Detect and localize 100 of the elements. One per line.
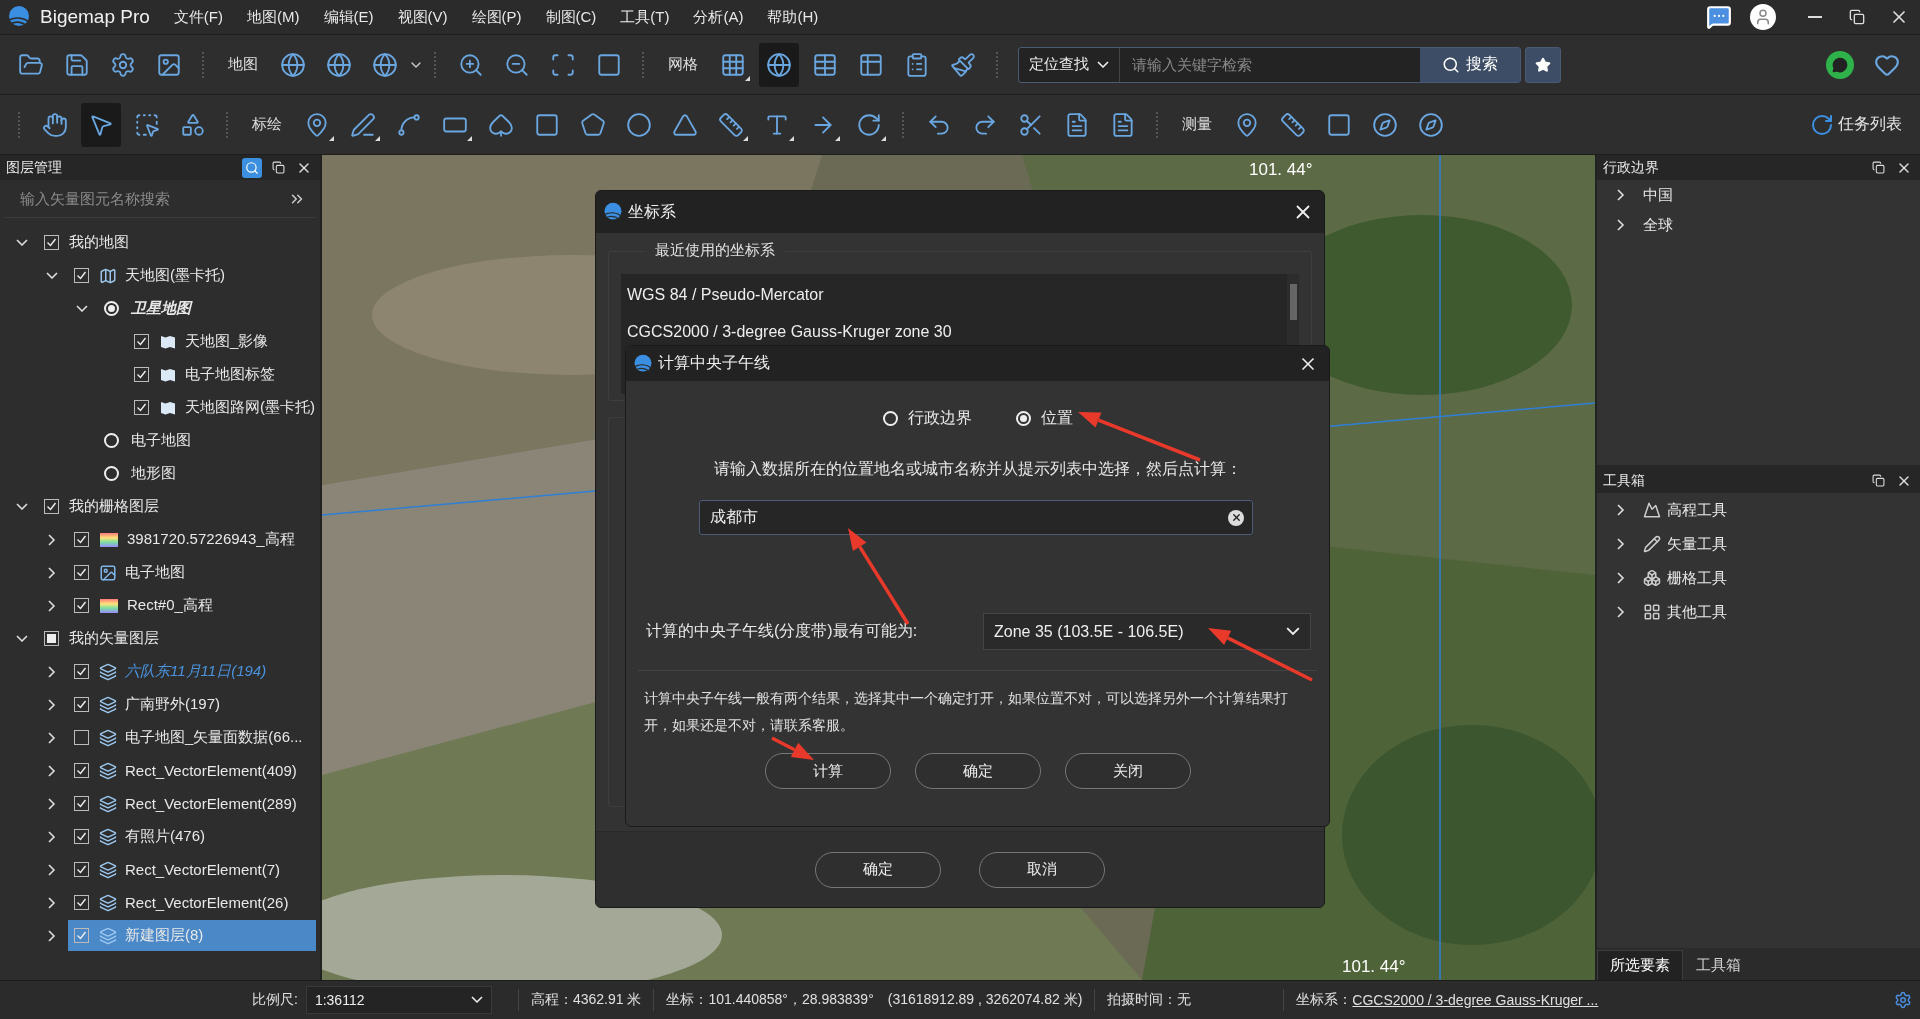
check-icon	[76, 699, 87, 710]
panel-tab[interactable]: 所选要素	[1597, 950, 1683, 980]
search-button[interactable]: 搜索	[1420, 47, 1520, 82]
pointer-button[interactable]	[81, 102, 121, 147]
search-input[interactable]: 请输入关键字检索	[1132, 54, 1332, 75]
location-field[interactable]: 成都市	[699, 500, 1253, 535]
message-icon[interactable]	[1706, 4, 1732, 30]
layer-name: 我的地图	[69, 233, 129, 252]
dialog-button[interactable]: 确定	[815, 851, 941, 888]
checkbox[interactable]	[134, 367, 149, 382]
checkbox[interactable]	[74, 532, 89, 547]
triangle-icon	[672, 111, 698, 138]
menu-item[interactable]: 绘图(P)	[471, 7, 522, 27]
location-input[interactable]: 成都市	[708, 507, 1228, 528]
scissors-icon	[1018, 111, 1044, 138]
crs-link[interactable]: CGCS2000 / 3-degree Gauss-Kruger ...	[1352, 992, 1599, 1008]
layer-search-input[interactable]: 输入矢量图元名称搜索	[18, 189, 288, 208]
settings-icon	[110, 51, 136, 78]
radio-option[interactable]: 位置	[1015, 407, 1073, 429]
checkbox[interactable]	[74, 928, 89, 943]
square-icon	[534, 111, 560, 138]
avatar-icon[interactable]	[1750, 4, 1776, 30]
layers-icon	[99, 860, 117, 879]
menu-item[interactable]: 视图(V)	[397, 7, 448, 27]
search-button[interactable]	[242, 157, 262, 178]
minimize-icon	[1808, 16, 1822, 18]
menu-item[interactable]: 文件(F)	[173, 7, 223, 27]
favorite-button[interactable]	[1525, 46, 1561, 83]
checkbox[interactable]	[74, 268, 89, 283]
checkbox[interactable]	[44, 499, 59, 514]
checkbox[interactable]	[74, 763, 89, 778]
dialog-button[interactable]: 关闭	[1064, 753, 1191, 789]
ruler-icon	[1280, 111, 1306, 138]
chevron-right-icon	[48, 665, 56, 678]
checkbox[interactable]	[74, 598, 89, 613]
radio-option[interactable]: 行政边界	[882, 407, 972, 429]
tree-item[interactable]: 全球	[1643, 215, 1673, 235]
menu-item[interactable]: 编辑(E)	[323, 7, 374, 27]
layers-icon	[99, 794, 117, 813]
checkbox[interactable]	[74, 697, 89, 712]
grid-icon	[720, 51, 746, 78]
check-icon	[46, 237, 57, 248]
tool-item[interactable]: 矢量工具	[1667, 534, 1727, 554]
checkbox[interactable]	[74, 796, 89, 811]
caret-icon	[375, 135, 380, 141]
checkbox[interactable]	[44, 235, 59, 250]
checkbox[interactable]	[74, 829, 89, 844]
menu-item[interactable]: 工具(T)	[620, 7, 670, 27]
layer-name: 六队东11月11日(194)	[125, 662, 267, 681]
zoom-in-icon	[458, 51, 484, 78]
checkbox[interactable]	[74, 730, 89, 745]
checkbox[interactable]	[134, 400, 149, 415]
task-list-button[interactable]: 任务列表	[1804, 111, 1908, 138]
menu-item[interactable]: 地图(M)	[247, 7, 300, 27]
layers-icon	[99, 662, 117, 681]
dialog-button[interactable]: 取消	[979, 851, 1105, 888]
checkbox[interactable]	[74, 664, 89, 679]
menu-item[interactable]: 分析(A)	[693, 7, 744, 27]
layer-name: 新建图层(8)	[125, 926, 204, 945]
chat-icon[interactable]	[1826, 50, 1854, 79]
radio-button[interactable]	[882, 410, 898, 426]
elevation-text: 高程：4362.91 米	[530, 991, 642, 1009]
dialog-button[interactable]: 计算	[764, 753, 891, 789]
list-item[interactable]: WGS 84 / Pseudo-Mercator	[621, 276, 1287, 313]
radio-button[interactable]	[104, 466, 119, 481]
radio-button[interactable]	[104, 433, 119, 448]
radio-button[interactable]	[1015, 410, 1031, 426]
dialog-button[interactable]: 确定	[914, 753, 1041, 789]
layer-name: Rect_VectorElement(7)	[125, 861, 281, 878]
layer-name: Rect_VectorElement(409)	[125, 762, 297, 779]
caret-icon	[329, 135, 334, 141]
refresh-icon	[1810, 112, 1834, 137]
checkbox[interactable]	[134, 334, 149, 349]
menu-item[interactable]: 帮助(H)	[767, 7, 819, 27]
globe-icon	[280, 51, 306, 78]
panel-title: 图层管理	[6, 158, 63, 177]
checkbox[interactable]	[74, 862, 89, 877]
radio-button[interactable]	[104, 301, 119, 316]
panel-title: 行政边界	[1603, 158, 1660, 177]
layers-icon	[99, 893, 117, 912]
globe-button[interactable]	[759, 42, 799, 87]
scale-dropdown[interactable]: 1:36112	[305, 986, 492, 1014]
checkbox[interactable]	[74, 895, 89, 910]
curve-pen-icon	[396, 111, 422, 138]
tool-item[interactable]: 其他工具	[1667, 602, 1727, 622]
settings-icon[interactable]	[1894, 991, 1912, 1009]
chevron-right-icon	[48, 863, 56, 876]
check-icon	[46, 501, 57, 512]
layer-search-field[interactable]: 输入矢量图元名称搜索	[4, 180, 316, 218]
scrollbar-thumb[interactable]	[1289, 284, 1297, 320]
tree-item[interactable]: 中国	[1643, 185, 1673, 205]
tool-item[interactable]: 栅格工具	[1667, 568, 1727, 588]
layer-name: 电子地图_矢量面数据(66...	[125, 728, 303, 747]
checkbox[interactable]	[74, 565, 89, 580]
shapes-icon	[180, 111, 206, 138]
tool-item[interactable]: 高程工具	[1667, 500, 1727, 520]
zone-dropdown[interactable]: Zone 35 (103.5E - 106.5E)	[983, 613, 1311, 650]
menu-item[interactable]: 制图(C)	[545, 7, 597, 27]
clear-button[interactable]	[1228, 509, 1244, 526]
layer-name: 电子地图标签	[185, 365, 275, 384]
